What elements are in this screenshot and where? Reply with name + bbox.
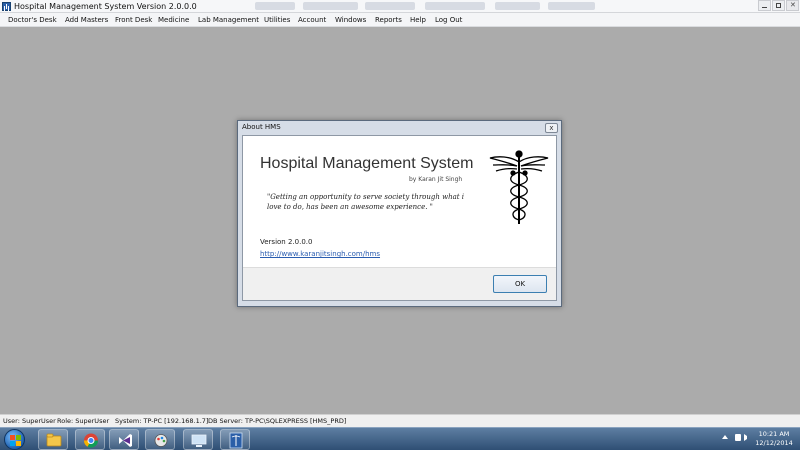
dialog-close-button[interactable]: x (545, 123, 558, 133)
taskbar-visual-studio[interactable] (109, 429, 139, 450)
taskbar: 10:21 AM 12/12/2014 (0, 427, 800, 450)
dialog-title: About HMS (242, 123, 281, 131)
ok-button[interactable]: OK (493, 275, 547, 293)
status-system: System: TP-PC [192.168.1.7] (115, 417, 209, 425)
menu-add-masters[interactable]: Add Masters (65, 14, 108, 26)
windows-logo-green (16, 435, 21, 440)
taskbar-chrome[interactable] (75, 429, 105, 450)
system-clock[interactable]: 10:21 AM 12/12/2014 (752, 430, 796, 448)
dialog-body: Hospital Management System by Karan Jit … (242, 135, 557, 301)
minimize-icon (762, 7, 767, 8)
window-title: Hospital Management System Version 2.0.0… (14, 2, 197, 11)
menu-lab-management[interactable]: Lab Management (198, 14, 259, 26)
volume-icon[interactable] (744, 434, 750, 441)
taskbar-remote-desktop[interactable] (183, 429, 213, 450)
clock-time: 10:21 AM (758, 430, 790, 438)
app-name: Hospital Management System (260, 155, 474, 172)
menu-reports[interactable]: Reports (375, 14, 402, 26)
windows-logo-red (10, 435, 15, 440)
show-hidden-icons-button[interactable] (722, 435, 728, 439)
windows-explorer-icon (46, 433, 62, 447)
menu-doctors-desk[interactable]: Doctor's Desk (8, 14, 57, 26)
menu-front-desk[interactable]: Front Desk (115, 14, 152, 26)
close-button[interactable]: ✕ (786, 0, 799, 11)
caduceus-icon (489, 150, 549, 224)
close-icon: ✕ (790, 1, 796, 9)
version-label: Version 2.0.0.0 (260, 238, 313, 246)
menu-bar: Doctor's Desk Add Masters Front Desk Med… (0, 13, 800, 27)
title-bar: Hospital Management System Version 2.0.0… (0, 0, 800, 13)
website-link[interactable]: http://www.karanjitsingh.com/hms (260, 250, 380, 259)
background-tabs (255, 2, 595, 10)
menu-log-out[interactable]: Log Out (435, 14, 462, 26)
minimize-button[interactable] (758, 0, 771, 11)
status-role: Role: SuperUser (57, 417, 110, 425)
status-user: User: SuperUser (3, 417, 56, 425)
chrome-icon (83, 433, 99, 448)
quote-text: "Getting an opportunity to serve society… (267, 193, 465, 211)
hospital-app-icon (2, 2, 11, 11)
visual-studio-icon (119, 434, 132, 447)
action-center-flag-icon[interactable] (735, 434, 741, 441)
taskbar-explorer[interactable] (38, 429, 68, 450)
menu-utilities[interactable]: Utilities (264, 14, 290, 26)
windows-logo-yellow (16, 441, 21, 446)
status-bar: User: SuperUser Role: SuperUser System: … (0, 414, 800, 427)
windows-logo-blue (10, 441, 15, 446)
paint-icon (154, 434, 168, 447)
menu-account[interactable]: Account (298, 14, 326, 26)
menu-help[interactable]: Help (410, 14, 426, 26)
menu-medicine[interactable]: Medicine (158, 14, 189, 26)
author-credit: by Karan Jit Singh (409, 176, 463, 183)
hms-app-icon (229, 432, 243, 449)
menu-windows[interactable]: Windows (335, 14, 366, 26)
taskbar-hms-app[interactable] (220, 429, 250, 450)
maximize-button[interactable] (772, 0, 785, 11)
maximize-icon (776, 3, 781, 8)
start-button[interactable] (4, 429, 25, 450)
status-db-server: DB Server: TP-PC\SQLEXPRESS [HMS_PRD] (208, 417, 347, 425)
clock-date: 12/12/2014 (755, 439, 793, 447)
about-dialog: About HMS x Hospital Management System b… (237, 120, 562, 307)
remote-desktop-icon (191, 434, 207, 447)
taskbar-paint[interactable] (145, 429, 175, 450)
close-icon: x (549, 124, 554, 132)
dialog-footer: OK (243, 267, 556, 300)
